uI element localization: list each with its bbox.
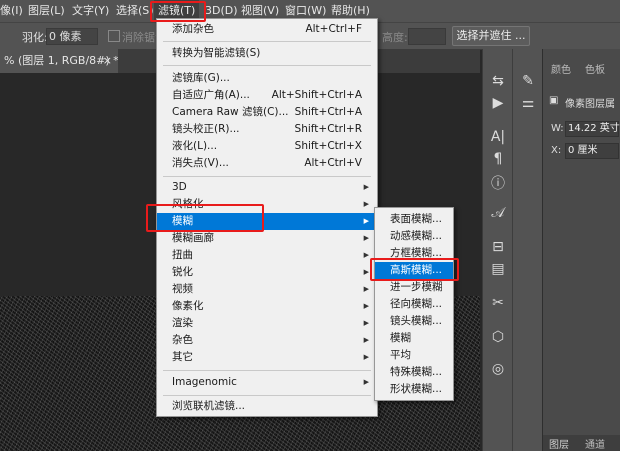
- layer-props-title: 像素图层属: [565, 99, 615, 110]
- feather-label: 羽化:: [22, 31, 48, 44]
- menu-item-liquify[interactable]: 液化(L)... Shift+Ctrl+X: [157, 138, 377, 155]
- character-icon[interactable]: A|: [483, 129, 513, 145]
- submenu-arrow-icon: ▶: [363, 353, 369, 361]
- menu-separator: [163, 176, 371, 177]
- menu-separator: [163, 370, 371, 371]
- paragraph-icon[interactable]: ¶: [483, 151, 513, 167]
- menu-item-last-filter[interactable]: 添加杂色 Alt+Ctrl+F: [157, 21, 377, 38]
- submenu-item-blur[interactable]: 模糊: [375, 330, 453, 347]
- menu-item-render[interactable]: 渲染 ▶: [157, 315, 377, 332]
- filter-menu: 添加杂色 Alt+Ctrl+F 转换为智能滤镜(S) 滤镜库(G)... 自适应广…: [156, 18, 378, 417]
- submenu-arrow-icon: ▶: [363, 251, 369, 259]
- history-icon[interactable]: ⇆: [483, 73, 513, 89]
- menu-item-distort[interactable]: 扭曲 ▶: [157, 247, 377, 264]
- submenu-arrow-icon: ▶: [363, 302, 369, 310]
- paths-icon[interactable]: ◎: [483, 361, 513, 377]
- brush-icon[interactable]: ✎: [513, 73, 543, 89]
- tool-strip-right: ✎ ⚌: [512, 49, 543, 451]
- menu-item-filter-gallery[interactable]: 滤镜库(G)...: [157, 70, 377, 87]
- menu-item-convert-smart[interactable]: 转换为智能滤镜(S): [157, 45, 377, 62]
- tab-color[interactable]: 颜色: [551, 61, 571, 81]
- menu-select[interactable]: 选择(S): [116, 0, 154, 22]
- submenu-item-average[interactable]: 平均: [375, 347, 453, 364]
- menu-item-pixelate[interactable]: 像素化 ▶: [157, 298, 377, 315]
- menu-item-imagenomic[interactable]: Imagenomic ▶: [157, 374, 377, 391]
- select-and-mask-button[interactable]: 选择并遮住 ...: [452, 26, 530, 46]
- x-label: X:: [551, 145, 562, 156]
- submenu-item-lens-blur[interactable]: 镜头模糊...: [375, 313, 453, 330]
- menu-separator: [163, 395, 371, 396]
- menu-item-blur[interactable]: 模糊 ▶: [157, 213, 377, 230]
- width-label: W:: [551, 123, 564, 134]
- submenu-arrow-icon: ▶: [363, 183, 369, 191]
- menu-separator: [163, 41, 371, 42]
- feather-field[interactable]: 0 像素: [46, 28, 98, 45]
- menu-image[interactable]: 像(I): [0, 0, 23, 22]
- play-icon[interactable]: ▶: [483, 95, 513, 111]
- submenu-item-surface-blur[interactable]: 表面模糊...: [375, 211, 453, 228]
- menu-item-sharpen[interactable]: 锐化 ▶: [157, 264, 377, 281]
- tab-channels[interactable]: 通道: [585, 436, 605, 451]
- tool-strip-left: ⇆ ▶ A| ¶ ⓘ 𝒜 ⊟ ▤ ✂ ⬡ ◎: [482, 49, 513, 451]
- submenu-arrow-icon: ▶: [363, 268, 369, 276]
- submenu-arrow-icon: ▶: [363, 319, 369, 327]
- feather-value: 0 像素: [49, 30, 82, 43]
- x-field[interactable]: 0 厘米: [565, 143, 619, 159]
- document-tab[interactable]: % (图层 1, RGB/8#) * ×: [0, 49, 118, 73]
- submenu-arrow-icon: ▶: [363, 217, 369, 225]
- document-tab-label: % (图层 1, RGB/8#) *: [4, 54, 118, 67]
- menu-separator: [163, 65, 371, 66]
- submenu-arrow-icon: ▶: [363, 336, 369, 344]
- close-icon[interactable]: ×: [103, 49, 112, 73]
- menu-item-noise[interactable]: 杂色 ▶: [157, 332, 377, 349]
- height-field[interactable]: [408, 28, 446, 45]
- menu-item-camera-raw[interactable]: Camera Raw 滤镜(C)... Shift+Ctrl+A: [157, 104, 377, 121]
- menu-item-stylize[interactable]: 风格化 ▶: [157, 196, 377, 213]
- menu-item-blur-gallery[interactable]: 模糊画廊 ▶: [157, 230, 377, 247]
- image-icon: ▣: [549, 95, 559, 106]
- menu-item-3d[interactable]: 3D ▶: [157, 179, 377, 196]
- submenu-item-shape-blur[interactable]: 形状模糊...: [375, 381, 453, 398]
- submenu-arrow-icon: ▶: [363, 378, 369, 386]
- menu-item-lens-correction[interactable]: 镜头校正(R)... Shift+Ctrl+R: [157, 121, 377, 138]
- menu-item-adaptive-wide[interactable]: 自适应广角(A)... Alt+Shift+Ctrl+A: [157, 87, 377, 104]
- menu-item-other[interactable]: 其它 ▶: [157, 349, 377, 366]
- tools-icon[interactable]: ✂: [483, 295, 513, 311]
- blur-submenu: 表面模糊... 动感模糊... 方框模糊... 高斯模糊... 进一步模糊 径向…: [374, 207, 454, 401]
- right-panel: 颜色 色板 ▣ 像素图层属 W: 14.22 英寸 X: 0 厘米 图层 通道: [542, 49, 620, 451]
- submenu-arrow-icon: ▶: [363, 285, 369, 293]
- menu-item-video[interactable]: 视频 ▶: [157, 281, 377, 298]
- 3d-icon[interactable]: ⬡: [483, 329, 513, 345]
- info-icon[interactable]: ⓘ: [483, 173, 513, 193]
- notes-icon[interactable]: ▤: [483, 261, 513, 277]
- submenu-item-box-blur[interactable]: 方框模糊...: [375, 245, 453, 262]
- submenu-item-gaussian-blur[interactable]: 高斯模糊...: [375, 262, 453, 279]
- height-label: 高度:: [382, 31, 408, 44]
- tab-swatches[interactable]: 色板: [585, 61, 605, 81]
- submenu-item-blur-more[interactable]: 进一步模糊: [375, 279, 453, 296]
- antialias-checkbox[interactable]: [108, 30, 120, 42]
- submenu-item-smart-blur[interactable]: 特殊模糊...: [375, 364, 453, 381]
- submenu-item-motion-blur[interactable]: 动感模糊...: [375, 228, 453, 245]
- width-field[interactable]: 14.22 英寸: [565, 121, 620, 137]
- tab-layers[interactable]: 图层: [549, 436, 569, 451]
- properties-icon[interactable]: ⊟: [483, 239, 513, 255]
- menu-item-vanishing-point[interactable]: 消失点(V)... Alt+Ctrl+V: [157, 155, 377, 172]
- menu-type[interactable]: 文字(Y): [72, 0, 109, 22]
- submenu-arrow-icon: ▶: [363, 234, 369, 242]
- bottom-panel-tabs: 图层 通道: [543, 435, 620, 451]
- submenu-item-radial-blur[interactable]: 径向模糊...: [375, 296, 453, 313]
- menu-item-browse-online[interactable]: 浏览联机滤镜...: [157, 398, 377, 415]
- glyphs-icon[interactable]: 𝒜: [483, 205, 513, 221]
- menu-layer[interactable]: 图层(L): [28, 0, 65, 22]
- submenu-arrow-icon: ▶: [363, 200, 369, 208]
- adjust-icon[interactable]: ⚌: [513, 95, 543, 111]
